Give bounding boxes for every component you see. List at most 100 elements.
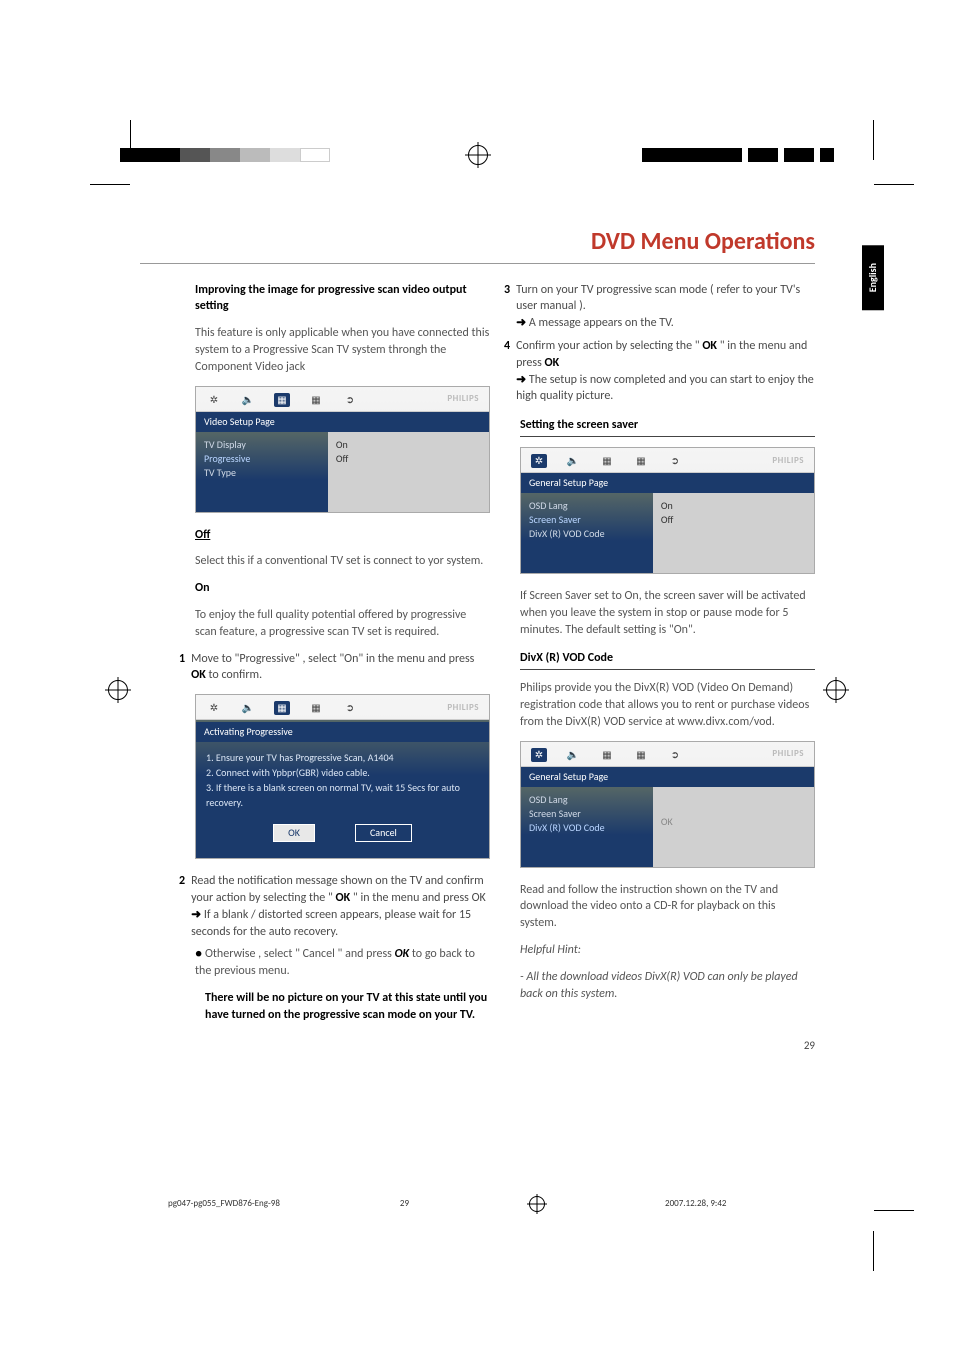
video-icon: ▦ [599, 454, 615, 468]
exit-icon: ➲ [342, 393, 358, 407]
body-text: Select this if a conventional TV set is … [195, 553, 490, 570]
footer-file: pg047-pg055_FWD876-Eng-98 [168, 1198, 280, 1211]
step-text: " in the menu and press OK [353, 891, 486, 905]
osd-header: General Setup Page [521, 473, 814, 493]
osd-header: General Setup Page [521, 767, 814, 787]
video-icon: ▦ [274, 393, 290, 407]
osd-item: Screen Saver [529, 807, 645, 821]
section-heading: Setting the screen saver [520, 417, 815, 437]
column-right: 3 Turn on your TV progressive scan mode … [520, 282, 815, 1034]
osd-option: On [336, 438, 481, 452]
arrow-note: If a blank / distorted screen appears, p… [191, 907, 490, 941]
body-text: This feature is only applicable when you… [195, 325, 490, 375]
step-text: Confirm your action by selecting the " [516, 339, 702, 353]
brand-label: PHILIPS [447, 393, 479, 406]
page-title: DVD Menu Operations [140, 225, 815, 264]
osd-general-setup-screensaver: ✲ 🔈 ▦ ▦ ➲ PHILIPS General Setup Page OSD… [520, 447, 815, 574]
grid-icon: ▦ [633, 454, 649, 468]
osd-line: 2. Connect with Ypbpr(GBR) video cable. [206, 765, 479, 780]
crop-line [874, 184, 914, 185]
registration-mark-icon [529, 1196, 545, 1212]
osd-line: 3. If there is a blank screen on normal … [206, 780, 479, 810]
crop-line [130, 120, 131, 160]
brand-label: PHILIPS [447, 702, 479, 715]
language-tab: English [862, 245, 884, 310]
arrow-note: The setup is now completed and you can s… [516, 372, 815, 406]
video-icon: ▦ [274, 701, 290, 715]
grayscale-bar [120, 148, 330, 162]
osd-video-setup: ✲ 🔈 ▦ ▦ ➲ PHILIPS Video Setup Page TV Di… [195, 386, 490, 513]
osd-option: OK [661, 815, 673, 829]
solid-bar [642, 148, 834, 162]
grid-icon: ▦ [308, 393, 324, 407]
column-left: Improving the image for progressive scan… [140, 282, 490, 1034]
grid-icon: ▦ [308, 701, 324, 715]
speaker-icon: 🔈 [565, 454, 581, 468]
on-heading: On [195, 581, 210, 595]
body-text: Read and follow the instruction shown on… [520, 882, 815, 932]
osd-item-selected: Progressive [204, 452, 320, 466]
step-text: Turn on your TV progressive scan mode ( … [516, 283, 800, 314]
crop-line [873, 120, 874, 160]
registration-mark-icon [468, 145, 488, 165]
crop-line [90, 184, 130, 185]
speaker-icon: 🔈 [240, 393, 256, 407]
step-text: to confirm. [209, 668, 263, 682]
hint-heading: Helpful Hint: [520, 942, 815, 959]
osd-item: OSD Lang [529, 499, 645, 513]
ok-label: OK [191, 668, 206, 682]
step-3: 3 Turn on your TV progressive scan mode … [520, 282, 815, 332]
footer-page: 29 [400, 1198, 409, 1211]
bullet-item: Otherwise , select " Cancel " and press … [195, 946, 490, 980]
exit-icon: ➲ [667, 454, 683, 468]
step-number: 4 [504, 338, 510, 405]
osd-ok-button[interactable]: OK [273, 824, 315, 842]
speaker-icon: 🔈 [240, 701, 256, 715]
gear-icon: ✲ [206, 701, 222, 715]
gear-icon: ✲ [531, 748, 547, 762]
step-text: Move to "Progressive" , select "On" in t… [191, 652, 474, 666]
video-icon: ▦ [599, 748, 615, 762]
osd-header: Video Setup Page [196, 412, 489, 432]
grid-icon: ▦ [633, 748, 649, 762]
off-heading: Off [195, 528, 210, 542]
osd-option: Off [336, 452, 481, 466]
gear-icon: ✲ [531, 454, 547, 468]
registration-mark-right [818, 680, 854, 700]
osd-line: 1. Ensure your TV has Progressive Scan, … [206, 750, 479, 765]
exit-icon: ➲ [342, 701, 358, 715]
footer-metadata: pg047-pg055_FWD876-Eng-98 29 2007.12.28,… [168, 1196, 726, 1212]
brand-label: PHILIPS [772, 455, 804, 468]
step-number: 3 [504, 282, 510, 332]
bold-note: There will be no picture on your TV at t… [195, 990, 490, 1024]
osd-item: OSD Lang [529, 793, 645, 807]
arrow-note: A message appears on the TV. [516, 315, 815, 332]
step-number: 1 [179, 651, 185, 685]
osd-option: On [661, 499, 806, 513]
osd-item: TV Type [204, 466, 320, 480]
osd-general-setup-divx: ✲ 🔈 ▦ ▦ ➲ PHILIPS General Setup Page OSD… [520, 741, 815, 868]
gear-icon: ✲ [206, 393, 222, 407]
ok-label: OK [336, 891, 351, 905]
osd-header: Activating Progressive [196, 722, 489, 742]
brand-label: PHILIPS [772, 748, 804, 761]
osd-option: Off [661, 513, 806, 527]
registration-mark-left [100, 680, 136, 700]
osd-activating-progressive: ✲ 🔈 ▦ ▦ ➲ PHILIPS Activating Progressive… [195, 694, 490, 859]
body-text: If Screen Saver set to On, the screen sa… [520, 588, 815, 638]
exit-icon: ➲ [667, 748, 683, 762]
crop-line [873, 1231, 874, 1271]
osd-cancel-button[interactable]: Cancel [355, 824, 412, 842]
osd-item-selected: DivX (R) VOD Code [529, 821, 645, 835]
page-content: DVD Menu Operations Improving the image … [140, 225, 815, 1034]
hint-text: - All the download videos DivX(R) VOD ca… [520, 969, 815, 1003]
step-1: 1 Move to "Progressive" , select "On" in… [195, 651, 490, 685]
crop-line [874, 1210, 914, 1211]
step-2: 2 Read the notification message shown on… [195, 873, 490, 940]
step-4: 4 Confirm your action by selecting the "… [520, 338, 815, 405]
page-number: 29 [804, 1038, 815, 1053]
footer-timestamp: 2007.12.28, 9:42 [665, 1198, 726, 1211]
section-heading: DivX (R) VOD Code [520, 650, 815, 670]
subsection-heading: Improving the image for progressive scan… [195, 282, 490, 316]
osd-item: TV Display [204, 438, 320, 452]
